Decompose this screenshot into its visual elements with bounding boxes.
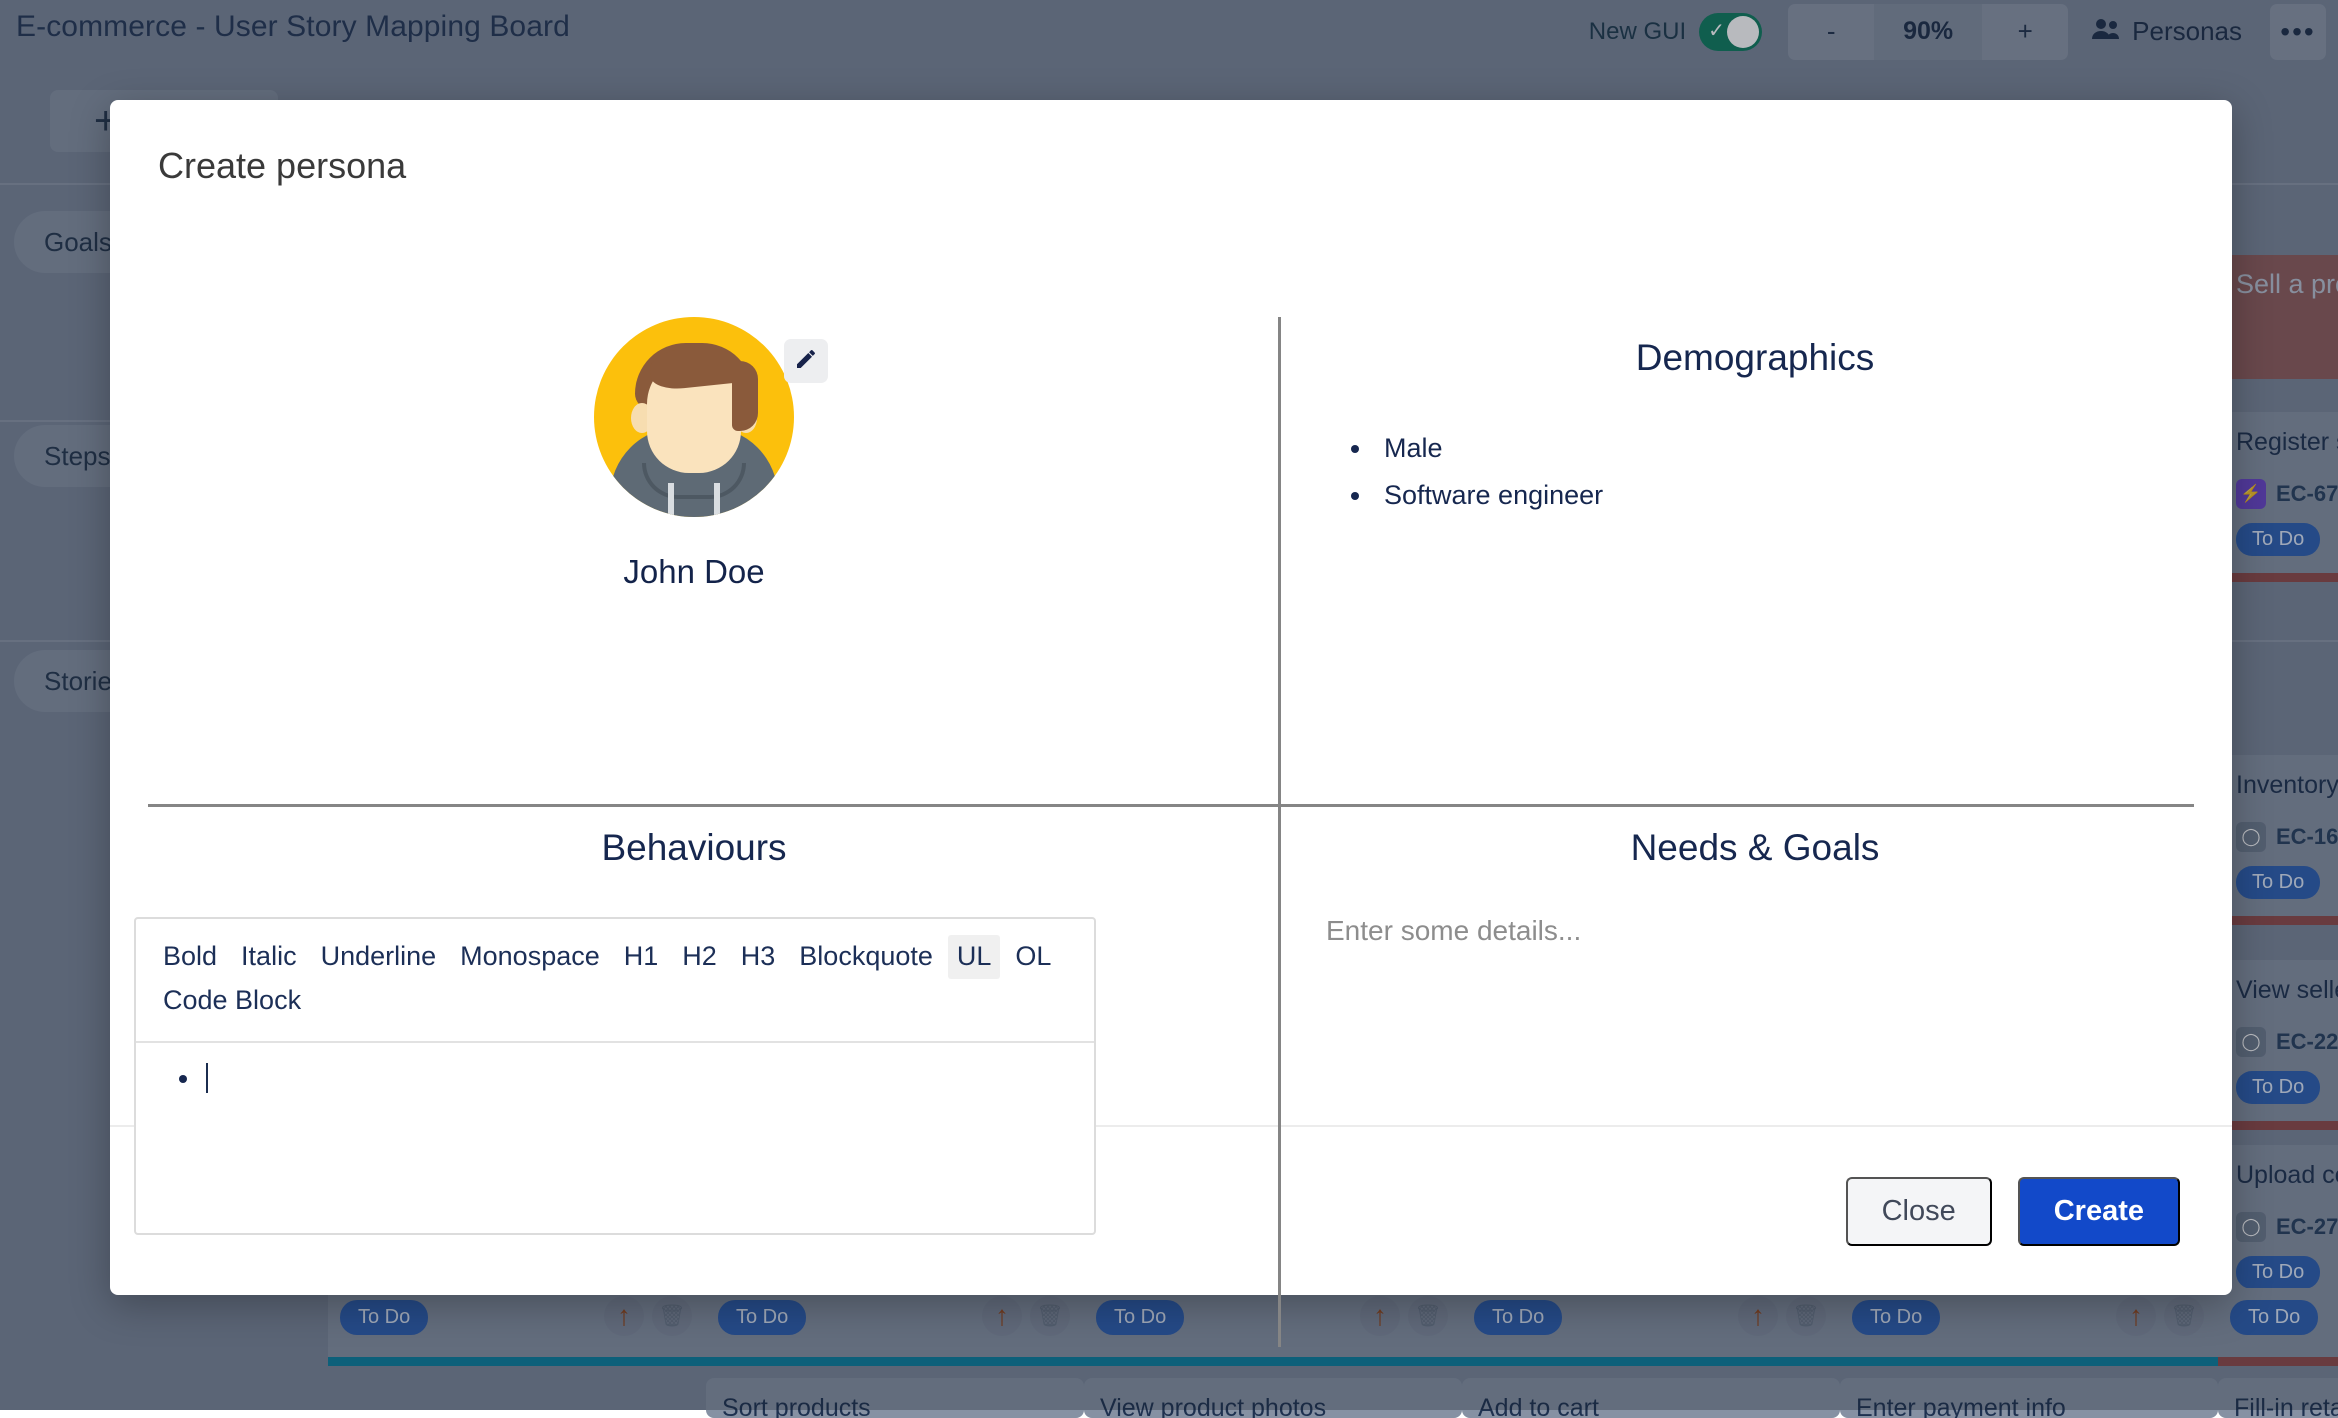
pencil-icon bbox=[794, 347, 818, 376]
needs-goals-input[interactable]: Enter some details... bbox=[1326, 915, 2192, 947]
format-h1-button[interactable]: H1 bbox=[615, 935, 668, 979]
format-bold-button[interactable]: Bold bbox=[154, 935, 226, 979]
close-button[interactable]: Close bbox=[1846, 1177, 1992, 1246]
avatar bbox=[594, 317, 794, 517]
edit-avatar-button[interactable] bbox=[784, 339, 828, 383]
format-h3-button[interactable]: H3 bbox=[732, 935, 785, 979]
format-ordered-list-button[interactable]: OL bbox=[1006, 935, 1060, 979]
behaviours-heading: Behaviours bbox=[110, 807, 1278, 869]
format-code-block-button[interactable]: Code Block bbox=[154, 979, 310, 1023]
format-blockquote-button[interactable]: Blockquote bbox=[790, 935, 942, 979]
avatar-quadrant: John Doe bbox=[110, 317, 1278, 805]
format-underline-button[interactable]: Underline bbox=[312, 935, 446, 979]
behaviours-editor-input[interactable] bbox=[136, 1043, 1094, 1233]
avatar-drawstring-right bbox=[714, 483, 720, 517]
needs-goals-heading: Needs & Goals bbox=[1318, 807, 2192, 869]
demographics-heading: Demographics bbox=[1318, 317, 2192, 379]
demographics-list[interactable]: Male Software engineer bbox=[1374, 425, 2192, 520]
avatar-wrapper bbox=[594, 317, 794, 517]
create-persona-dialog: Create persona bbox=[110, 100, 2232, 1295]
avatar-drawstring-left bbox=[668, 483, 674, 517]
persona-name[interactable]: John Doe bbox=[623, 553, 764, 591]
list-item: Software engineer bbox=[1374, 472, 2192, 519]
create-button[interactable]: Create bbox=[2018, 1177, 2180, 1246]
demographics-quadrant: Demographics Male Software engineer bbox=[1278, 317, 2232, 805]
format-italic-button[interactable]: Italic bbox=[232, 935, 306, 979]
avatar-hair-side bbox=[732, 361, 758, 431]
behaviours-quadrant: Behaviours Bold Italic Underline Monospa… bbox=[110, 807, 1278, 1125]
text-caret bbox=[206, 1063, 208, 1093]
dialog-title: Create persona bbox=[110, 100, 2232, 187]
list-item: Male bbox=[1374, 425, 2192, 472]
format-monospace-button[interactable]: Monospace bbox=[451, 935, 609, 979]
dialog-body: John Doe Demographics Male Software engi… bbox=[110, 187, 2232, 1125]
behaviours-rich-text-editor: Bold Italic Underline Monospace H1 H2 H3… bbox=[134, 917, 1096, 1235]
format-h2-button[interactable]: H2 bbox=[673, 935, 726, 979]
editor-list-item bbox=[202, 1063, 1094, 1094]
format-unordered-list-button[interactable]: UL bbox=[948, 935, 1001, 979]
rich-text-toolbar: Bold Italic Underline Monospace H1 H2 H3… bbox=[136, 919, 1094, 1043]
needs-goals-quadrant: Needs & Goals Enter some details... bbox=[1278, 807, 2232, 1125]
editor-bullet-list bbox=[202, 1063, 1094, 1094]
